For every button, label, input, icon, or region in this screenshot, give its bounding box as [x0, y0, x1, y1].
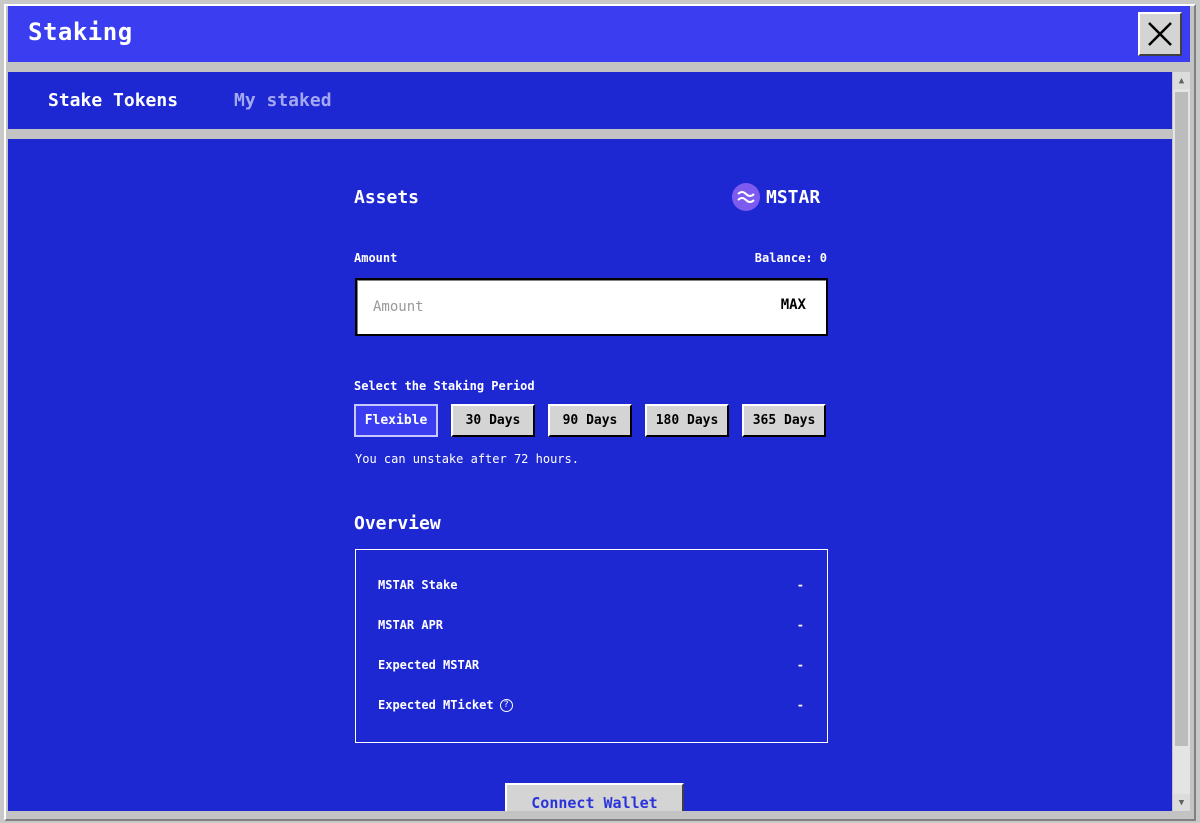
connect-wallet-button[interactable]: Connect Wallet: [505, 783, 684, 811]
overview-heading: Overview: [354, 513, 441, 534]
overview-panel: MSTAR Stake - MSTAR APR - Expected MSTAR…: [355, 549, 828, 743]
tab-bar: Stake Tokens My staked: [8, 72, 1172, 129]
scrollbar-thumb[interactable]: [1175, 92, 1188, 746]
period-365-days-button[interactable]: 365 Days: [742, 404, 826, 437]
period-flexible-button[interactable]: Flexible: [354, 404, 438, 437]
arrow-down-icon: ▼: [1178, 797, 1185, 808]
scroll-up-button[interactable]: ▲: [1173, 72, 1190, 89]
overview-row-mstar-apr: MSTAR APR -: [378, 615, 804, 635]
staking-period-label: Select the Staking Period: [354, 379, 535, 393]
max-button[interactable]: MAX: [781, 297, 806, 313]
tab-my-staked[interactable]: My staked: [234, 90, 332, 111]
amount-input[interactable]: [373, 295, 733, 319]
overview-row-expected-mstar: Expected MSTAR -: [378, 655, 804, 675]
mstar-logo-icon: [732, 183, 760, 211]
token-name: MSTAR: [766, 186, 821, 208]
overview-value: -: [796, 618, 804, 632]
period-180-days-button[interactable]: 180 Days: [645, 404, 729, 437]
unstake-note: You can unstake after 72 hours.: [355, 452, 579, 466]
token-selector: MSTAR: [732, 183, 820, 211]
staking-period-options: Flexible 30 Days 90 Days 180 Days 365 Da…: [354, 404, 826, 437]
vertical-scrollbar[interactable]: ▲ ▼: [1173, 72, 1190, 811]
period-90-days-button[interactable]: 90 Days: [548, 404, 632, 437]
overview-value: -: [796, 578, 804, 592]
overview-label: MSTAR Stake: [378, 578, 458, 592]
overview-label-wrap: Expected MTicket ?: [378, 698, 513, 712]
amount-field: MAX: [355, 278, 828, 336]
close-x-icon: [1148, 22, 1172, 46]
scroll-down-button[interactable]: ▼: [1173, 794, 1190, 811]
close-button[interactable]: [1138, 12, 1182, 56]
overview-row-expected-mticket: Expected MTicket ? -: [378, 695, 804, 715]
question-circle-icon[interactable]: ?: [499, 698, 513, 712]
overview-value: -: [796, 658, 804, 672]
overview-label: MSTAR APR: [378, 618, 444, 632]
stake-panel: Assets MSTAR Amount Balance: 0 MAX Selec…: [8, 139, 1172, 811]
window-title: Staking: [28, 18, 133, 46]
overview-label: Expected MTicket: [378, 698, 494, 712]
amount-label: Amount: [354, 251, 398, 265]
overview-value: -: [796, 698, 804, 712]
arrow-up-icon: ▲: [1178, 75, 1185, 86]
tab-stake-tokens[interactable]: Stake Tokens: [48, 90, 178, 111]
assets-heading: Assets: [354, 187, 420, 208]
overview-label: Expected MSTAR: [378, 658, 480, 672]
period-30-days-button[interactable]: 30 Days: [451, 404, 535, 437]
title-bar: Staking: [8, 6, 1190, 62]
balance-text: Balance: 0: [754, 251, 827, 265]
overview-row-mstar-stake: MSTAR Stake -: [378, 575, 804, 595]
